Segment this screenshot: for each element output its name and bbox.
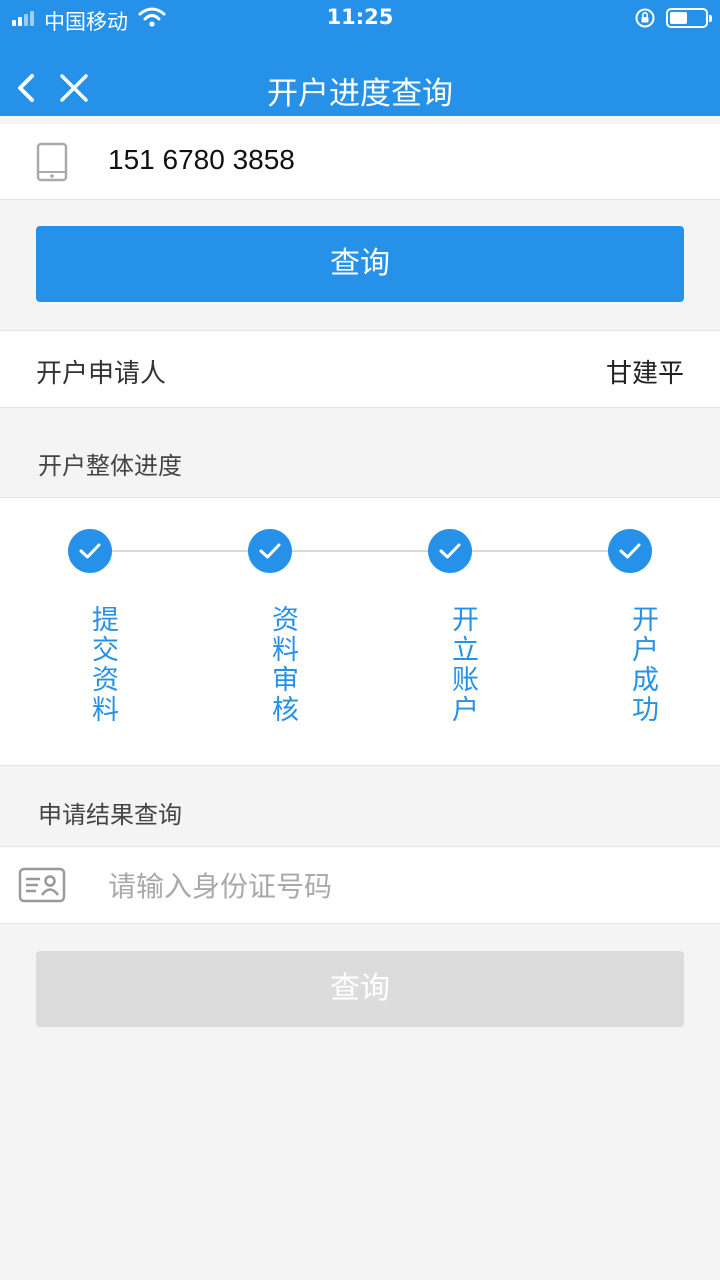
id-card-icon: [18, 867, 66, 903]
result-query-button[interactable]: 查询: [36, 951, 684, 1027]
id-number-input[interactable]: [108, 863, 688, 909]
rotation-lock-icon: [635, 8, 655, 28]
check-icon: [248, 529, 292, 573]
progress-panel: 提交资料 资料审核 开立账户 开户成功: [0, 497, 720, 766]
check-icon: [428, 529, 472, 573]
progress-line: [90, 550, 630, 552]
status-time: 11:25: [326, 5, 394, 29]
step-label: 开户成功: [627, 605, 658, 725]
step-review: 资料审核: [240, 498, 300, 758]
step-label: 提交资料: [87, 605, 118, 725]
id-row: [0, 846, 720, 924]
check-icon: [608, 529, 652, 573]
applicant-name: 甘建平: [605, 359, 684, 389]
header: 中国移动 11:25 开户进度查询: [0, 0, 720, 116]
status-bar: 中国移动 11:25: [0, 0, 720, 40]
step-label: 开立账户: [447, 605, 478, 725]
result-section-title: 申请结果查询: [38, 801, 182, 829]
battery-icon: [666, 8, 712, 28]
step-label: 资料审核: [267, 605, 298, 725]
step-open: 开立账户: [420, 498, 480, 758]
phone-icon: [36, 142, 68, 182]
progress-section-title: 开户整体进度: [38, 452, 182, 480]
check-icon: [68, 529, 112, 573]
step-success: 开户成功: [600, 498, 660, 758]
phone-number: 151 6780 3858: [108, 144, 295, 175]
applicant-label: 开户申请人: [36, 359, 167, 389]
step-submit: 提交资料: [60, 498, 120, 758]
applicant-row: 开户申请人 甘建平: [0, 330, 720, 408]
phone-row: 151 6780 3858: [0, 124, 720, 200]
query-button[interactable]: 查询: [36, 226, 684, 302]
page-title: 开户进度查询: [267, 76, 453, 112]
